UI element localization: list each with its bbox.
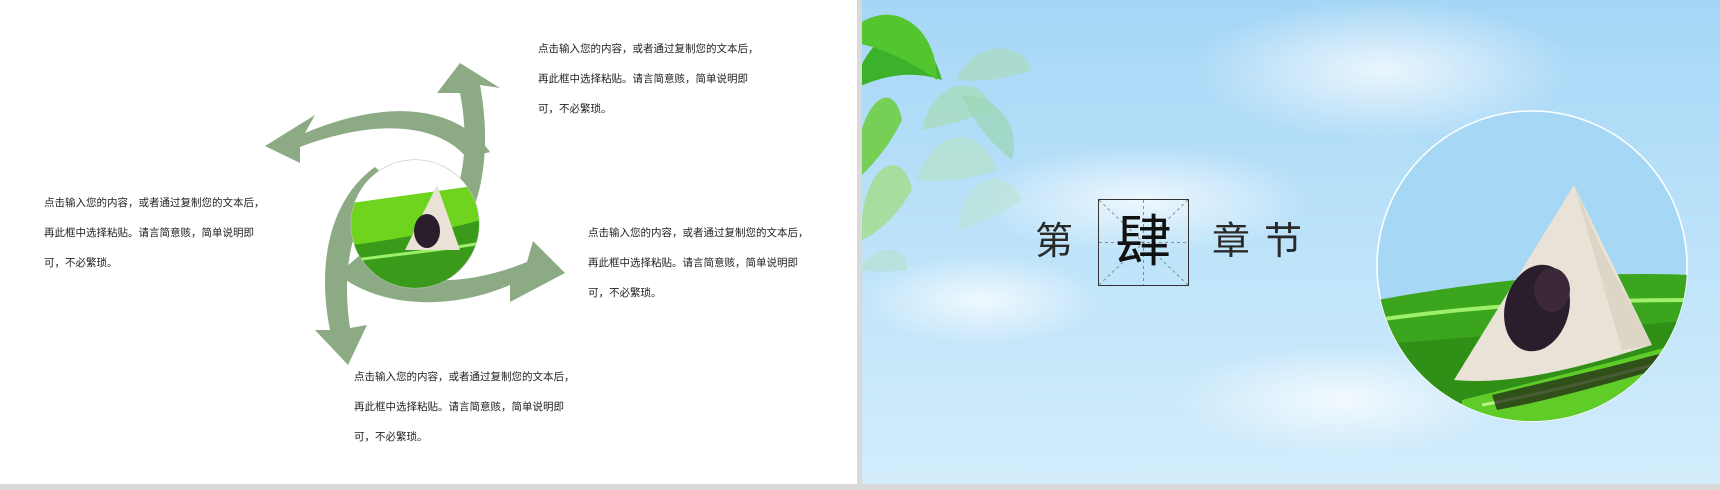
slide-chapter-title: 第 肆 章节 (862, 0, 1720, 484)
text-block-left: 点击输入您的内容，或者通过复制您的文本后， 再此框中选择粘贴。请言简意赅，简单说… (44, 188, 265, 278)
text-line: 再此框中选择粘贴。请言简意赅，简单说明即 (354, 401, 564, 413)
chapter-suffix: 章节 (1212, 219, 1317, 263)
chapter-number-box: 肆 (1098, 199, 1189, 286)
text-line: 再此框中选择粘贴。请言简意赅，简单说明即 (588, 257, 798, 269)
slide-cycle-diagram: 点击输入您的内容，或者通过复制您的文本后， 再此框中选择粘贴。请言简意赅，简单说… (0, 0, 857, 484)
text-line: 可，不必繁琐。 (354, 431, 428, 443)
text-line: 再此框中选择粘贴。请言简意赅，简单说明即 (44, 227, 254, 239)
chapter-prefix: 第 (1035, 219, 1074, 263)
arrow-top-left (265, 111, 490, 163)
text-line: 点击输入您的内容，或者通过复制您的文本后， (588, 227, 809, 239)
text-block-right: 点击输入您的内容，或者通过复制您的文本后， 再此框中选择粘贴。请言简意赅，简单说… (588, 218, 809, 308)
cycle-diagram (265, 63, 565, 365)
text-line: 点击输入您的内容，或者通过复制您的文本后， (44, 197, 265, 209)
text-block-bottom: 点击输入您的内容，或者通过复制您的文本后， 再此框中选择粘贴。请言简意赅，简单说… (354, 362, 575, 452)
text-line: 可，不必繁琐。 (44, 257, 118, 269)
chapter-number: 肆 (1115, 210, 1172, 275)
text-block-top: 点击输入您的内容，或者通过复制您的文本后， 再此框中选择粘贴。请言简意赅，简单说… (538, 34, 759, 124)
text-line: 再此框中选择粘贴。请言简意赅，简单说明即 (538, 73, 748, 85)
text-line: 可，不必繁琐。 (588, 287, 662, 299)
text-line: 点击输入您的内容，或者通过复制您的文本后， (538, 43, 759, 55)
text-line: 可，不必繁琐。 (538, 103, 612, 115)
text-line: 点击输入您的内容，或者通过复制您的文本后， (354, 371, 575, 383)
